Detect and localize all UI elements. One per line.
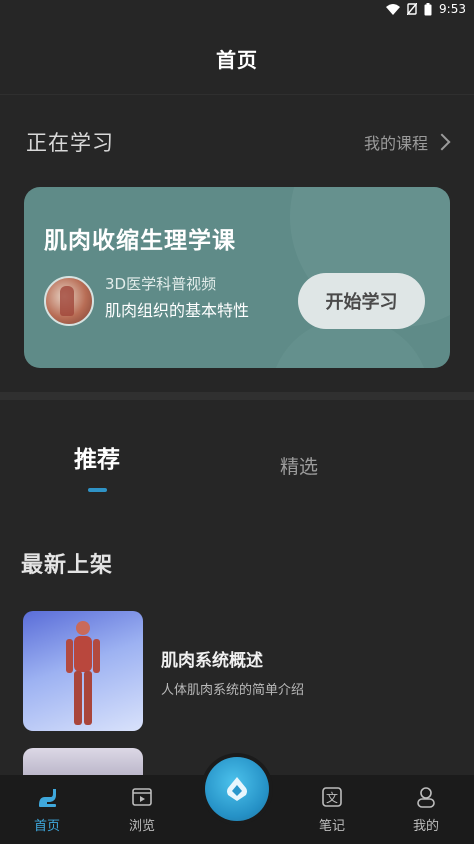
video-thumbnail	[23, 611, 143, 731]
nav-item-mine[interactable]: 我的	[396, 785, 456, 834]
nav-item-home[interactable]: 首页	[17, 785, 77, 834]
profile-icon	[417, 787, 435, 808]
home-icon	[39, 789, 56, 807]
nav-label-mine: 我的	[412, 819, 439, 834]
list-item[interactable]: 肌肉系统概述 人体肌肉系统的简单介绍	[23, 611, 453, 731]
status-bar: 9:53	[0, 0, 474, 22]
section-title: 最新上架	[21, 553, 114, 578]
my-courses-label: 我的课程	[363, 134, 428, 153]
nav-label-browse: 浏览	[128, 819, 155, 834]
title-bar: 首页	[0, 22, 474, 95]
nav-label-home: 首页	[33, 819, 60, 834]
notes-icon: 文	[322, 787, 342, 807]
chevron-right-icon	[433, 133, 451, 151]
no-sim-icon	[407, 3, 418, 15]
nav-item-browse[interactable]: 浏览	[112, 785, 172, 834]
status-time: 9:53	[439, 2, 466, 16]
course-subtitle: 3D医学科普视频	[105, 275, 217, 293]
anatomy-figure-icon	[66, 621, 100, 725]
my-courses-link[interactable]: 我的课程	[363, 130, 451, 154]
tab-recommend[interactable]: 推荐	[74, 440, 120, 474]
svg-text:文: 文	[326, 790, 338, 805]
anatomy-figure-icon	[60, 286, 74, 316]
learning-title: 正在学习	[26, 131, 114, 155]
learning-header: 正在学习 我的课程	[26, 120, 451, 164]
browse-icon	[132, 788, 152, 806]
list-item[interactable]	[23, 748, 143, 778]
center-app-icon	[227, 777, 247, 801]
course-title: 肌肉收缩生理学课	[44, 228, 236, 254]
course-card[interactable]: 肌肉收缩生理学课 3D医学科普视频 肌肉组织的基本特性 开始学习	[24, 187, 450, 368]
tab-featured[interactable]: 精选	[280, 452, 318, 479]
battery-icon	[424, 2, 432, 15]
nav-label-notes: 笔记	[318, 819, 345, 834]
section-divider	[0, 392, 474, 400]
start-learning-button[interactable]: 开始学习	[298, 273, 425, 329]
page-title: 首页	[216, 47, 258, 72]
video-title: 肌肉系统概述	[161, 651, 263, 671]
video-description: 人体肌肉系统的简单介绍	[161, 683, 305, 698]
wifi-icon	[386, 3, 401, 15]
status-icons: 9:53	[386, 2, 466, 16]
course-lesson: 肌肉组织的基本特性	[105, 301, 250, 320]
nav-item-notes[interactable]: 文 笔记	[302, 785, 362, 834]
course-thumbnail	[44, 276, 94, 326]
center-app-button[interactable]	[205, 757, 269, 821]
active-tab-indicator	[88, 488, 107, 492]
